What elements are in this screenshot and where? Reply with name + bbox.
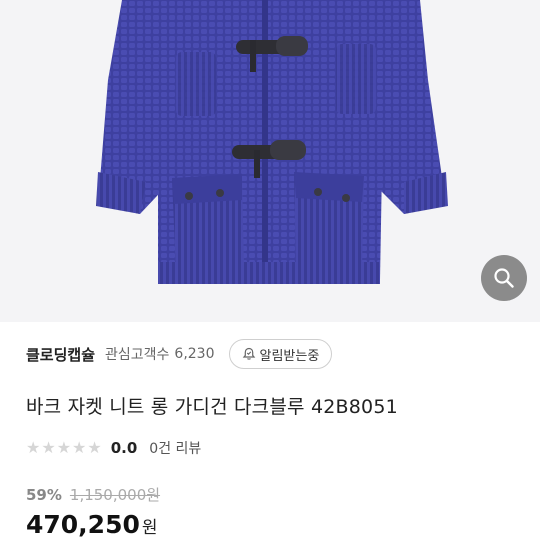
alert-subscribe-button[interactable]: 알림받는중 (228, 339, 333, 369)
bell-check-icon (242, 347, 255, 360)
star-icon: ★ (72, 438, 87, 457)
rating-score: 0.0 (110, 439, 138, 457)
alert-button-label: 알림받는중 (259, 348, 320, 364)
product-image[interactable] (0, 0, 540, 322)
price-value: 470,250 (26, 510, 140, 539)
discount-percent: 59% (26, 485, 62, 504)
sale-price: 470,250 원 (26, 510, 158, 539)
review-count-link[interactable]: 0건 리뷰 (149, 438, 201, 458)
star-icon: ★ (41, 438, 56, 457)
shop-name-link[interactable]: 클로딩캡슐 (26, 344, 95, 365)
discount-info: 59% 1,150,000원 (26, 484, 160, 505)
original-price: 1,150,000원 (69, 486, 161, 504)
star-icon: ★ (26, 438, 41, 457)
cardigan-illustration (96, 0, 448, 284)
favorites-label: 관심고객수 (105, 347, 170, 363)
price-currency: 원 (141, 518, 158, 538)
product-title: 바크 자켓 니트 롱 가디건 다크블루 42B8051 (26, 396, 398, 418)
rating[interactable]: ★ ★ ★ ★ ★ 0.0 0건 리뷰 (26, 437, 201, 459)
star-icon: ★ (56, 438, 72, 457)
zoom-button[interactable] (481, 255, 527, 301)
rating-stars: ★ ★ ★ ★ ★ (26, 440, 103, 456)
shop-info: 클로딩캡슐 관심고객수 6,230 알림받는중 (26, 338, 526, 370)
favorites-count: 6,230 (174, 346, 215, 362)
search-icon (494, 268, 514, 288)
star-icon: ★ (87, 438, 102, 457)
